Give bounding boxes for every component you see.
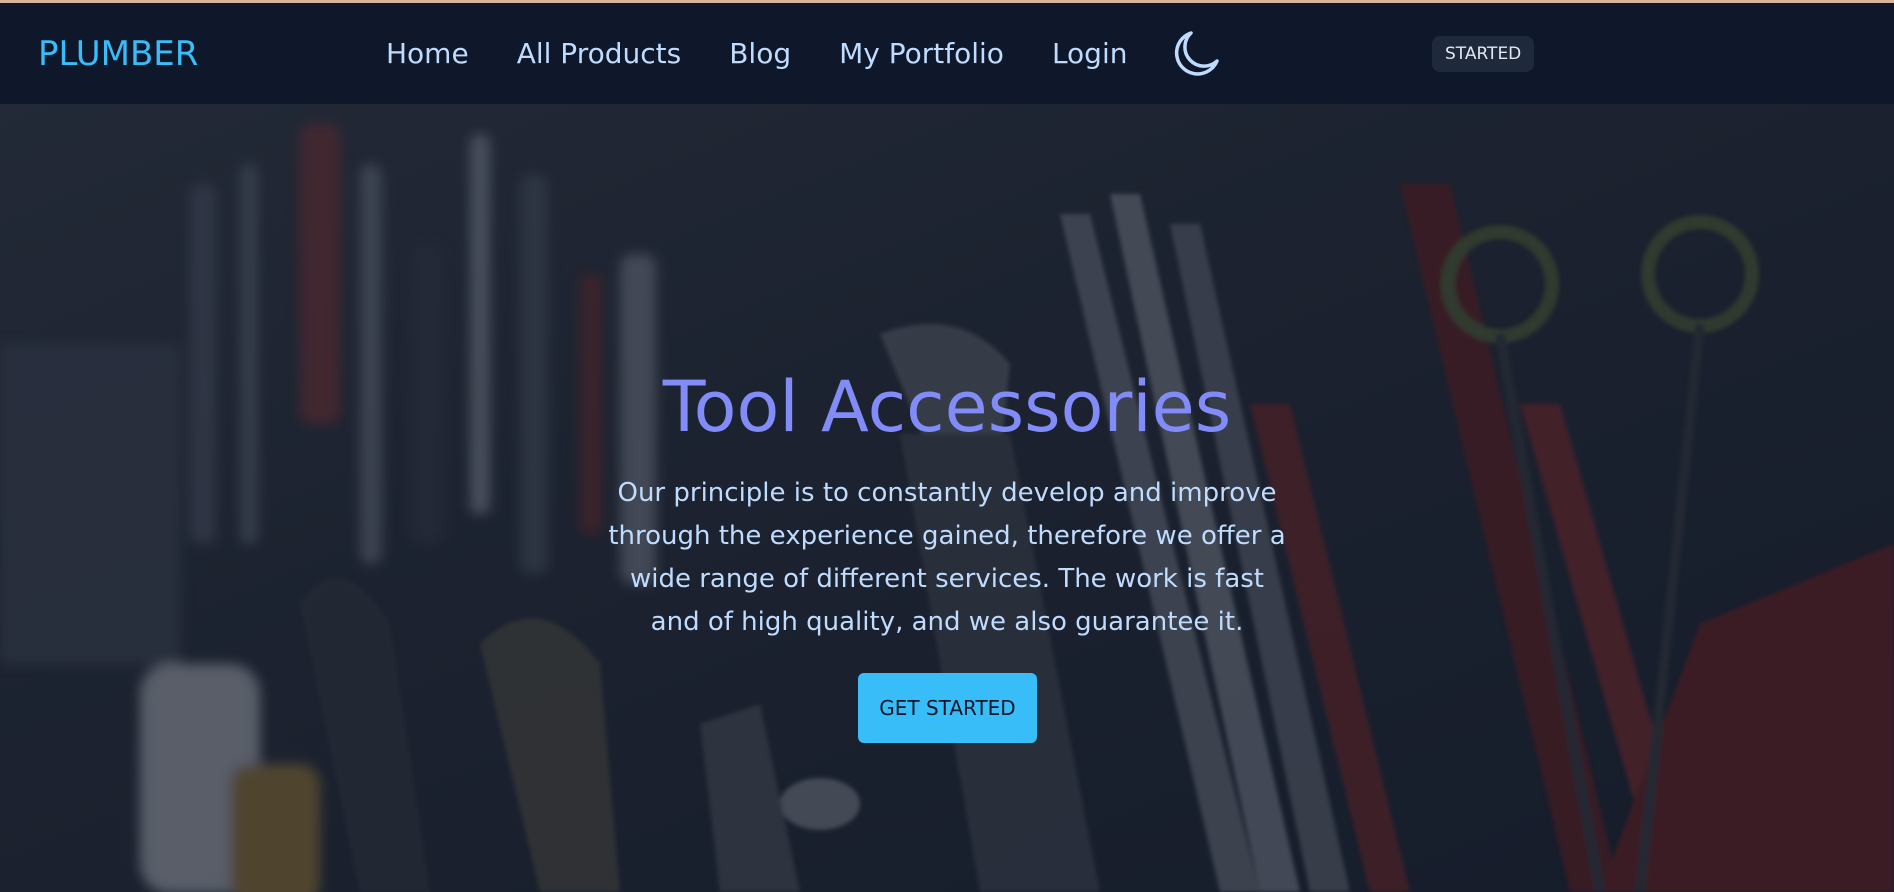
nav-link-blog[interactable]: Blog [729,37,791,70]
hero-section: Tool Accessories Our principle is to con… [0,104,1894,892]
nav-link-login[interactable]: Login [1052,37,1128,70]
hero-description: Our principle is to constantly develop a… [608,478,1286,637]
hero-title: Tool Accessories [662,366,1232,448]
started-badge[interactable]: STARTED [1432,35,1535,72]
brand-logo[interactable]: PLUMBER [38,34,198,74]
moon-icon[interactable] [1169,27,1223,81]
get-started-button[interactable]: GET STARTED [858,673,1037,743]
nav-link-all-products[interactable]: All Products [517,37,682,70]
nav-links: Home All Products Blog My Portfolio Logi… [386,27,1223,81]
nav-link-my-portfolio[interactable]: My Portfolio [839,37,1004,70]
nav-link-home[interactable]: Home [386,37,469,70]
navbar: PLUMBER Home All Products Blog My Portfo… [0,3,1894,104]
hero-content: Tool Accessories Our principle is to con… [0,104,1894,892]
